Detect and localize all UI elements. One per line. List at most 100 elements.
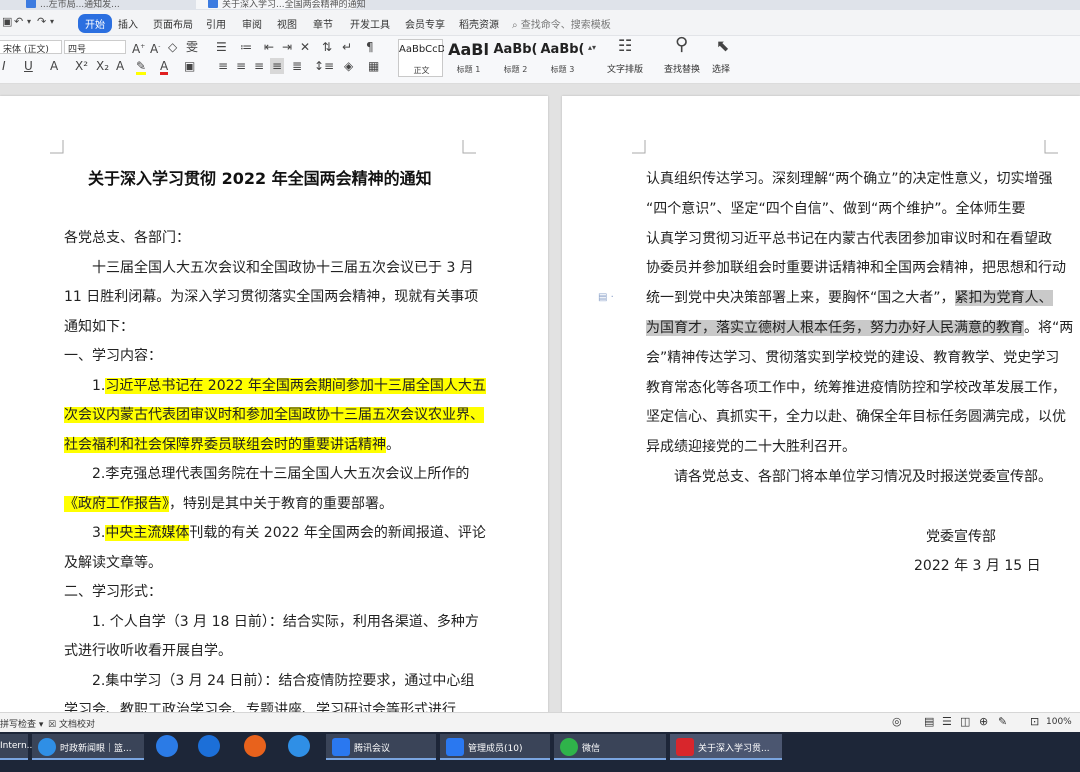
outline-view-icon[interactable]: ☰ — [942, 715, 952, 728]
document-page-1[interactable]: 关于深入学习贯彻 2022 年全国两会精神的通知 各党总支、各部门： 十三届全国人… — [0, 96, 548, 712]
menu-tab-home[interactable]: 开始 — [78, 14, 112, 33]
taskbar-item-tencent-meeting[interactable]: 腾讯会议 — [326, 734, 436, 760]
doc-tab-active[interactable]: 关于深入学习...全国两会精神的通知 — [196, 0, 366, 10]
find-replace-label: 查找替换 — [664, 65, 701, 75]
paragraph-handle-icon[interactable]: ▤ · — [598, 292, 614, 304]
document-title: 关于深入学习贯彻 2022 年全国两会精神的通知 — [88, 169, 432, 188]
bullets-icon[interactable]: ☰ — [216, 41, 227, 53]
numbering-icon[interactable]: ≔ — [240, 41, 252, 53]
command-search[interactable]: ⌕ 查找命令、搜索模板 — [512, 16, 611, 31]
distribute-icon[interactable]: ≣ — [292, 60, 302, 72]
underline-icon[interactable]: U — [24, 60, 33, 72]
text-run: 统一到党中央决策部署上来，要胸怀“国之大者”， — [646, 290, 955, 307]
pinyin-icon[interactable]: 雯 — [186, 41, 198, 53]
sort-icon[interactable]: ⇅ — [322, 41, 332, 53]
char-border-icon[interactable]: ▣ — [184, 60, 195, 72]
style-normal[interactable]: AaBbCcD 正文 — [398, 39, 444, 77]
firefox-icon[interactable] — [244, 735, 266, 757]
text-run: 2.李克强总理代表国务院在十三届全国人大五次会议上所作的 — [92, 466, 470, 482]
justify-icon[interactable]: ≡ — [270, 58, 285, 74]
menu-tab-member[interactable]: 会员专享 — [405, 16, 445, 31]
text-line: 1. 个人自学（3 月 18 日前）：结合实际，利用各渠道、多种方 — [92, 613, 479, 631]
app-f-icon[interactable] — [198, 735, 220, 757]
taskbar-item-wps-doc[interactable]: 关于深入学习贯... — [670, 734, 782, 760]
taskbar-item-news[interactable]: 时政新闻眼｜篮... — [32, 734, 144, 760]
clear-format-icon[interactable]: ◇ — [168, 41, 177, 53]
text-line: 通知如下： — [64, 318, 134, 336]
menu-tab-insert[interactable]: 插入 — [118, 16, 138, 31]
align-center-icon[interactable]: ≡ — [236, 60, 246, 72]
text-run: 2.集中学习（3 月 24 日前）：结合疫情防控要求，通过中心组 — [92, 672, 475, 689]
text-effect-icon[interactable]: A — [116, 60, 124, 72]
strikethrough-icon[interactable]: A — [50, 60, 58, 72]
status-bar: 拼写检查 ▾ ☒ 文档校对 ◎ ▤ ☰ ◫ ⊕ ✎ ⊡ 100% — [0, 712, 1080, 732]
outdent-icon[interactable]: ⇤ — [264, 41, 274, 53]
eye-protect-icon[interactable]: ◎ — [892, 715, 902, 728]
font-size-select[interactable]: 四号 — [64, 40, 126, 55]
doc-tab[interactable]: ...左市局...通知发... — [14, 0, 184, 10]
borders-icon[interactable]: ▦ — [368, 60, 379, 72]
styles-more-icon[interactable]: ▴▾ — [588, 42, 596, 54]
text-line: 请各党总支、各部门将本单位学习情况及时报送党委宣传部。 — [674, 468, 1052, 486]
menu-tab-review[interactable]: 审阅 — [242, 16, 262, 31]
menu-tab-page-layout[interactable]: 页面布局 — [153, 16, 193, 31]
spell-check-toggle[interactable]: 拼写检查 ▾ — [0, 717, 43, 730]
save-icon[interactable]: ▣ — [2, 16, 12, 28]
style-heading-3[interactable]: AaBb( 标题 3 — [540, 39, 585, 77]
text-line: “四个意识”、坚定“四个自信”、做到“两个维护”。全体师生要 — [646, 200, 1026, 218]
menu-tab-docer[interactable]: 稻壳资源 — [459, 16, 499, 31]
grow-font-icon[interactable]: A+ — [132, 41, 145, 55]
read-view-icon[interactable]: ◫ — [960, 715, 970, 728]
feishu-icon[interactable] — [156, 735, 178, 757]
shrink-font-icon[interactable]: A- — [150, 41, 160, 55]
select-label: 选择 — [712, 65, 731, 75]
menu-tab-sections[interactable]: 章节 — [313, 16, 333, 31]
paragraph-icon[interactable]: ¶ — [366, 41, 374, 53]
chinese-layout-icon[interactable]: ✕ — [300, 41, 310, 53]
web-view-icon[interactable]: ⊕ — [979, 715, 988, 728]
zoom-level[interactable]: 100% — [1046, 717, 1072, 727]
text-run: 学习会、教职工政治学习会、专题讲座、学习研讨会等形式进行 — [64, 702, 456, 712]
highlight-icon[interactable]: ✎ — [136, 60, 147, 75]
shading-icon[interactable]: ◈ — [344, 60, 353, 72]
menu-tab-developer[interactable]: 开发工具 — [350, 16, 390, 31]
align-right-icon[interactable]: ≡ — [254, 60, 264, 72]
ie-icon — [38, 738, 56, 756]
style-heading-2[interactable]: AaBb( 标题 2 — [493, 39, 538, 77]
wps-doc-icon — [208, 0, 218, 8]
subscript-icon[interactable]: X₂ — [96, 60, 109, 72]
taskbar-item-wechat[interactable]: 微信 — [554, 734, 666, 760]
font-name-select[interactable]: 宋体 (正文) — [0, 40, 62, 55]
text-line: 一、学习内容： — [64, 347, 162, 365]
document-page-2[interactable]: 认真组织传达学习。深刻理解“两个确立”的决定性意义，切实增强 “四个意识”、坚定“… — [562, 96, 1080, 712]
doc-proofread-button[interactable]: ☒ 文档校对 — [48, 717, 95, 730]
wps-writer-icon — [676, 738, 694, 756]
taskbar-item-manage-members[interactable]: 管理成员(10) — [440, 734, 550, 760]
page-corner-mark — [462, 140, 476, 154]
edit-mode-icon[interactable]: ✎ — [998, 715, 1007, 728]
italic-icon[interactable]: I — [2, 60, 6, 72]
redo-icon[interactable]: ↷ — [37, 16, 46, 28]
undo-dropdown-icon[interactable]: ▾ — [27, 16, 31, 28]
select-cursor-icon[interactable]: ⬉ — [716, 38, 729, 54]
superscript-icon[interactable]: X² — [75, 60, 88, 72]
font-color-icon[interactable]: A — [160, 60, 169, 75]
text-run: 11 日胜利闭幕。为深入学习贯彻落实全国两会精神，现就有关事项 — [64, 289, 479, 305]
ie-icon[interactable] — [288, 735, 310, 757]
menu-tab-view[interactable]: 视图 — [277, 16, 297, 31]
style-heading-1[interactable]: AaBl 标题 1 — [446, 39, 491, 77]
undo-icon[interactable]: ↶ — [14, 16, 23, 28]
text-layout-icon[interactable]: ☷ — [618, 38, 632, 54]
text-run: 一、学习内容： — [64, 348, 162, 364]
quick-access-dropdown-icon[interactable]: ▾ — [50, 16, 54, 28]
zoom-fit-icon[interactable]: ⊡ — [1030, 715, 1039, 728]
find-replace-icon[interactable]: ⚲ — [675, 36, 688, 54]
page-view-icon[interactable]: ▤ — [924, 715, 934, 728]
align-left-icon[interactable]: ≡ — [218, 60, 228, 72]
menu-tab-references[interactable]: 引用 — [206, 16, 226, 31]
taskbar-item-ie[interactable]: Intern... — [0, 734, 35, 760]
indent-icon[interactable]: ⇥ — [282, 41, 292, 53]
show-marks-icon[interactable]: ↵ — [342, 41, 352, 53]
highlighted-text: 社会福利和社会保障界委员联组会时的重要讲话精神 — [64, 436, 386, 453]
line-spacing-icon[interactable]: ↕≡ — [314, 60, 334, 72]
